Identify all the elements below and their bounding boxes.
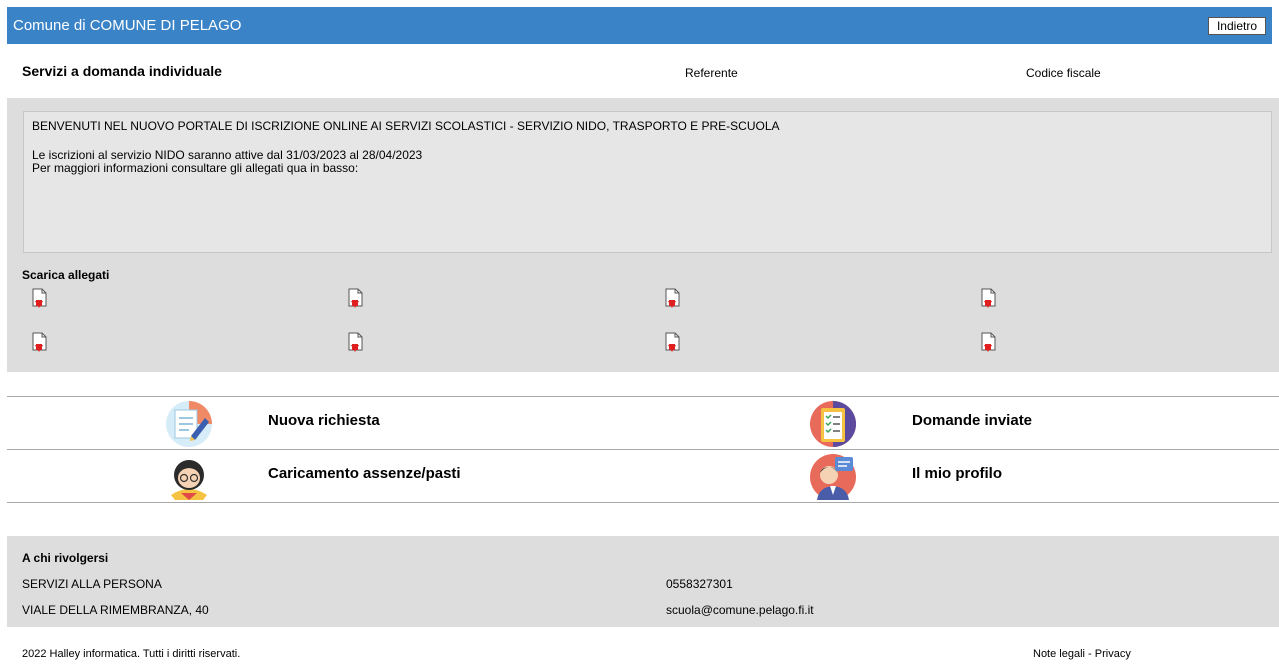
contact-panel: A chi rivolgersi SERVIZI ALLA PERSONA VI… [7, 536, 1279, 627]
sent-requests-label: Domande inviate [912, 412, 1033, 429]
codice-fiscale-label: Codice fiscale [1026, 66, 1101, 80]
pdf-download-icon[interactable] [981, 332, 997, 353]
absences-button[interactable]: Caricamento assenze/pasti [165, 450, 485, 500]
service-row: Servizi a domanda individuale Referente … [0, 63, 1279, 85]
checklist-icon [809, 400, 857, 448]
contact-email: scuola@comune.pelago.fi.it [666, 603, 814, 617]
service-title: Servizi a domanda individuale [22, 63, 222, 79]
attachments-title: Scarica allegati [22, 268, 110, 282]
contact-office: SERVIZI ALLA PERSONA [22, 577, 162, 591]
footer-separator: - [1084, 648, 1095, 660]
page-title: Comune di COMUNE DI PELAGO [13, 17, 242, 34]
privacy-link[interactable]: Privacy [1095, 648, 1131, 660]
pdf-download-icon[interactable] [665, 288, 681, 309]
referente-label: Referente [685, 66, 738, 80]
notice-heading: BENVENUTI NEL NUOVO PORTALE DI ISCRIZION… [32, 119, 780, 133]
profile-label: Il mio profilo [912, 465, 1002, 482]
new-request-label: Nuova richiesta [268, 412, 380, 429]
actions-area: Nuova richiesta Domande inviate Caricame… [7, 396, 1279, 503]
pdf-download-icon[interactable] [348, 288, 364, 309]
footer-copyright: 2022 Halley informatica. Tutti i diritti… [22, 648, 241, 660]
contact-address: VIALE DELLA RIMEMBRANZA, 40 [22, 603, 209, 617]
notice-info: Per maggiori informazioni consultare gli… [32, 161, 359, 175]
sent-requests-button[interactable]: Domande inviate [809, 397, 1109, 447]
contact-title: A chi rivolgersi [22, 551, 109, 565]
pdf-download-icon[interactable] [665, 332, 681, 353]
divider [7, 502, 1279, 503]
pdf-download-icon[interactable] [32, 332, 48, 353]
new-request-icon [165, 400, 213, 448]
teacher-avatar-icon [165, 453, 213, 501]
new-request-button[interactable]: Nuova richiesta [165, 397, 465, 447]
profile-avatar-icon [809, 453, 857, 501]
absences-label: Caricamento assenze/pasti [268, 465, 461, 482]
contact-phone: 0558327301 [666, 577, 733, 591]
pdf-download-icon[interactable] [32, 288, 48, 309]
back-button[interactable]: Indietro [1207, 17, 1266, 35]
header-bar: Comune di COMUNE DI PELAGO Indietro [7, 7, 1272, 44]
footer-links: Note legali - Privacy [1033, 648, 1131, 660]
pdf-download-icon[interactable] [981, 288, 997, 309]
info-panel: BENVENUTI NEL NUOVO PORTALE DI ISCRIZION… [7, 98, 1279, 372]
notice-box: BENVENUTI NEL NUOVO PORTALE DI ISCRIZION… [23, 111, 1272, 253]
legal-notes-link[interactable]: Note legali [1033, 648, 1085, 660]
profile-button[interactable]: Il mio profilo [809, 450, 1109, 500]
pdf-download-icon[interactable] [348, 332, 364, 353]
